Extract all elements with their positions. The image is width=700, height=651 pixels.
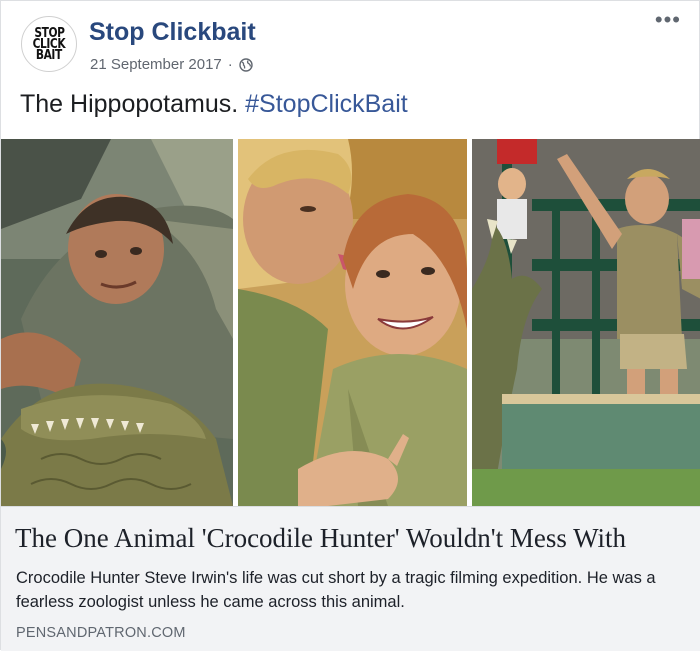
- more-options-icon[interactable]: •••: [655, 9, 681, 31]
- globe-icon[interactable]: [239, 57, 253, 72]
- photo-grid: [1, 139, 700, 506]
- photo-couple-portrait[interactable]: [238, 139, 467, 506]
- post-text: The Hippopotamus. #StopClickBait: [20, 90, 408, 119]
- link-preview[interactable]: The One Animal 'Crocodile Hunter' Wouldn…: [1, 506, 700, 651]
- page-avatar[interactable]: STOP CLICK BAIT: [21, 16, 77, 72]
- photo-crocodile-show[interactable]: [472, 139, 700, 506]
- facebook-post: STOP CLICK BAIT Stop Clickbait 21 Septem…: [0, 0, 700, 651]
- post-meta: 21 September 2017 ·: [90, 56, 253, 73]
- post-date[interactable]: 21 September 2017: [90, 56, 222, 73]
- hashtag-link[interactable]: #StopClickBait: [245, 90, 408, 118]
- avatar-line-3: BAIT: [36, 47, 62, 63]
- link-description: Crocodile Hunter Steve Irwin's life was …: [16, 569, 656, 611]
- link-domain: PENSANDPATRON.COM: [16, 625, 186, 641]
- post-text-body: The Hippopotamus.: [20, 90, 239, 118]
- photo-crocodile-hunter-on-crocodile[interactable]: [1, 139, 233, 506]
- meta-separator: ·: [227, 56, 233, 73]
- link-title[interactable]: The One Animal 'Crocodile Hunter' Wouldn…: [15, 523, 626, 554]
- page-name-link[interactable]: Stop Clickbait: [89, 18, 256, 47]
